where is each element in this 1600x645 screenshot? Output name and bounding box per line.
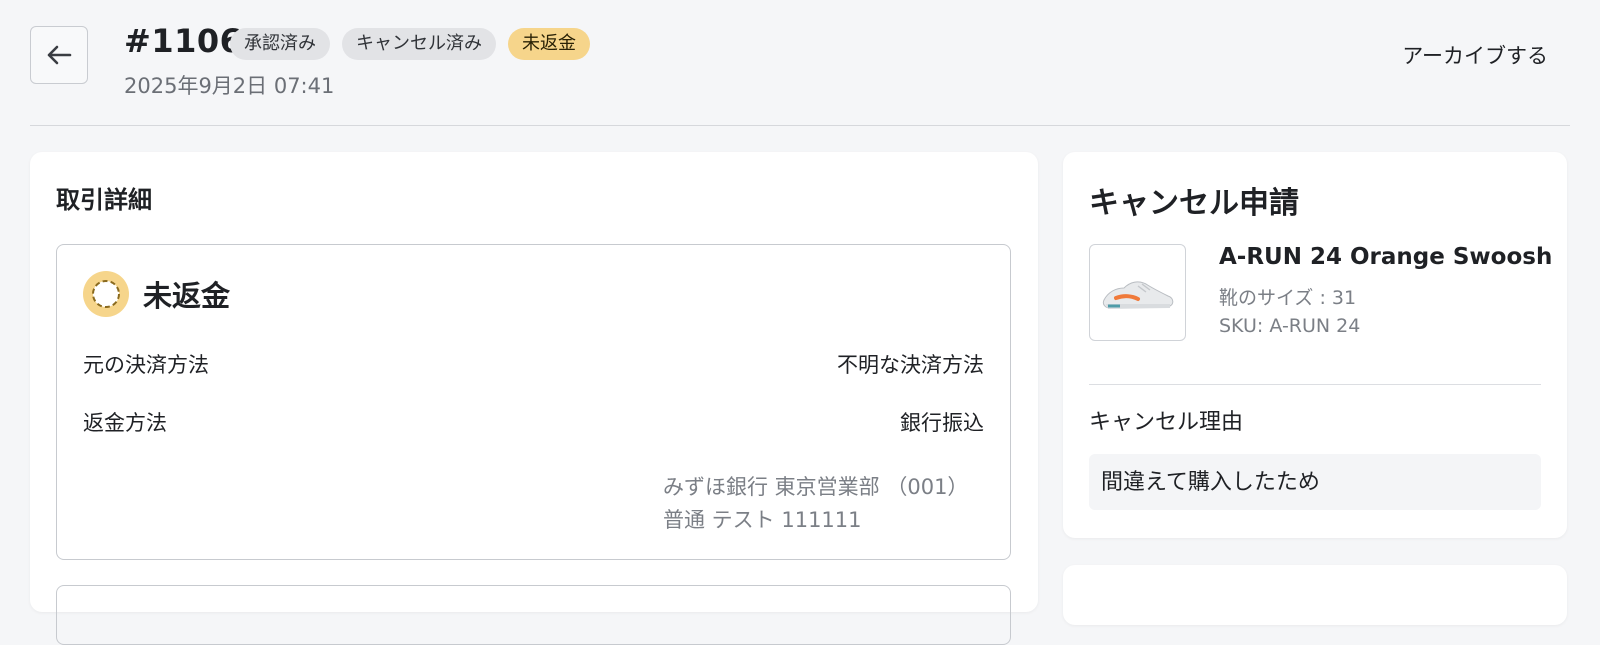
cancel-reason-value: 間違えて購入したため bbox=[1089, 454, 1541, 510]
secondary-card bbox=[1063, 565, 1567, 625]
original-payment-method-label: 元の決済方法 bbox=[83, 353, 209, 377]
product-thumbnail bbox=[1089, 244, 1186, 341]
refund-status-box: 未返金 元の決済方法 不明な決済方法 返金方法 銀行振込 みずほ銀行 東京営業部… bbox=[56, 244, 1011, 560]
cancel-reason-label: キャンセル理由 bbox=[1089, 410, 1244, 435]
back-button[interactable] bbox=[30, 26, 88, 84]
product-sku: SKU: A-RUN 24 bbox=[1219, 315, 1361, 337]
product-name: A-RUN 24 Orange Swoosh bbox=[1219, 244, 1553, 270]
bank-account-info: みずほ銀行 東京営業部 （001） 普通 テスト 111111 bbox=[663, 471, 968, 537]
archive-button[interactable]: アーカイブする bbox=[1402, 40, 1548, 70]
product-size: 靴のサイズ : 31 bbox=[1219, 287, 1357, 309]
arrow-left-icon bbox=[47, 45, 72, 65]
order-date: 2025年9月2日 07:41 bbox=[124, 74, 335, 98]
badge-cancelled: キャンセル済み bbox=[342, 28, 496, 60]
next-section-box bbox=[56, 585, 1011, 645]
cancel-request-title: キャンセル申請 bbox=[1089, 186, 1299, 221]
refund-status-label: 未返金 bbox=[143, 279, 231, 313]
sneaker-icon bbox=[1102, 280, 1173, 309]
status-badges: 承認済み キャンセル済み 未返金 bbox=[230, 28, 590, 60]
badge-approved: 承認済み bbox=[230, 28, 330, 60]
transaction-details-card: 取引詳細 未返金 元の決済方法 不明な決済方法 返金方法 銀行振込 みずほ銀行 … bbox=[30, 152, 1038, 645]
transaction-details-title: 取引詳細 bbox=[56, 186, 152, 214]
refund-method-label: 返金方法 bbox=[83, 411, 167, 435]
order-number: #1106 bbox=[124, 22, 243, 60]
page-header: #1106 承認済み キャンセル済み 未返金 2025年9月2日 07:41 ア… bbox=[30, 0, 1570, 126]
bank-account: 普通 テスト 111111 bbox=[663, 508, 862, 532]
cancel-request-card: キャンセル申請 A-RUN 24 Orange Swoosh 靴のサイズ : 3… bbox=[1063, 152, 1567, 538]
badge-unrefunded: 未返金 bbox=[508, 28, 590, 60]
pending-icon bbox=[83, 271, 129, 317]
bank-name: みずほ銀行 東京営業部 （001） bbox=[663, 475, 969, 499]
original-payment-method-value: 不明な決済方法 bbox=[837, 353, 984, 377]
refund-method-value: 銀行振込 bbox=[900, 411, 984, 435]
divider bbox=[1089, 384, 1541, 385]
